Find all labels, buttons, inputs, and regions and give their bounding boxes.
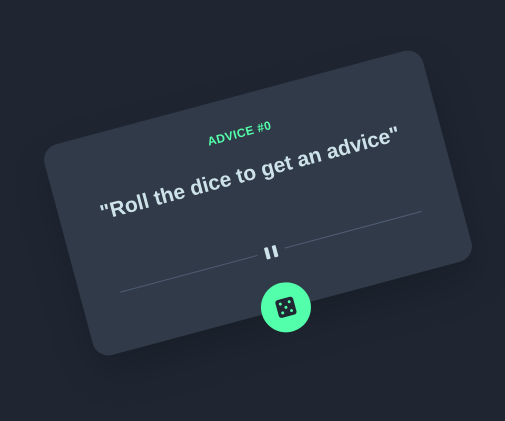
advice-card: ADVICE #0 "Roll the dice to get an advic…: [40, 46, 476, 360]
divider-line-right: [284, 210, 422, 249]
roll-dice-button[interactable]: [255, 276, 317, 338]
dice-icon: [275, 296, 297, 318]
divider: [119, 206, 423, 298]
pause-bar-left: [263, 246, 271, 260]
pause-bar-right: [271, 244, 279, 258]
pause-divider-icon: [263, 244, 280, 260]
divider-line-left: [120, 254, 258, 293]
